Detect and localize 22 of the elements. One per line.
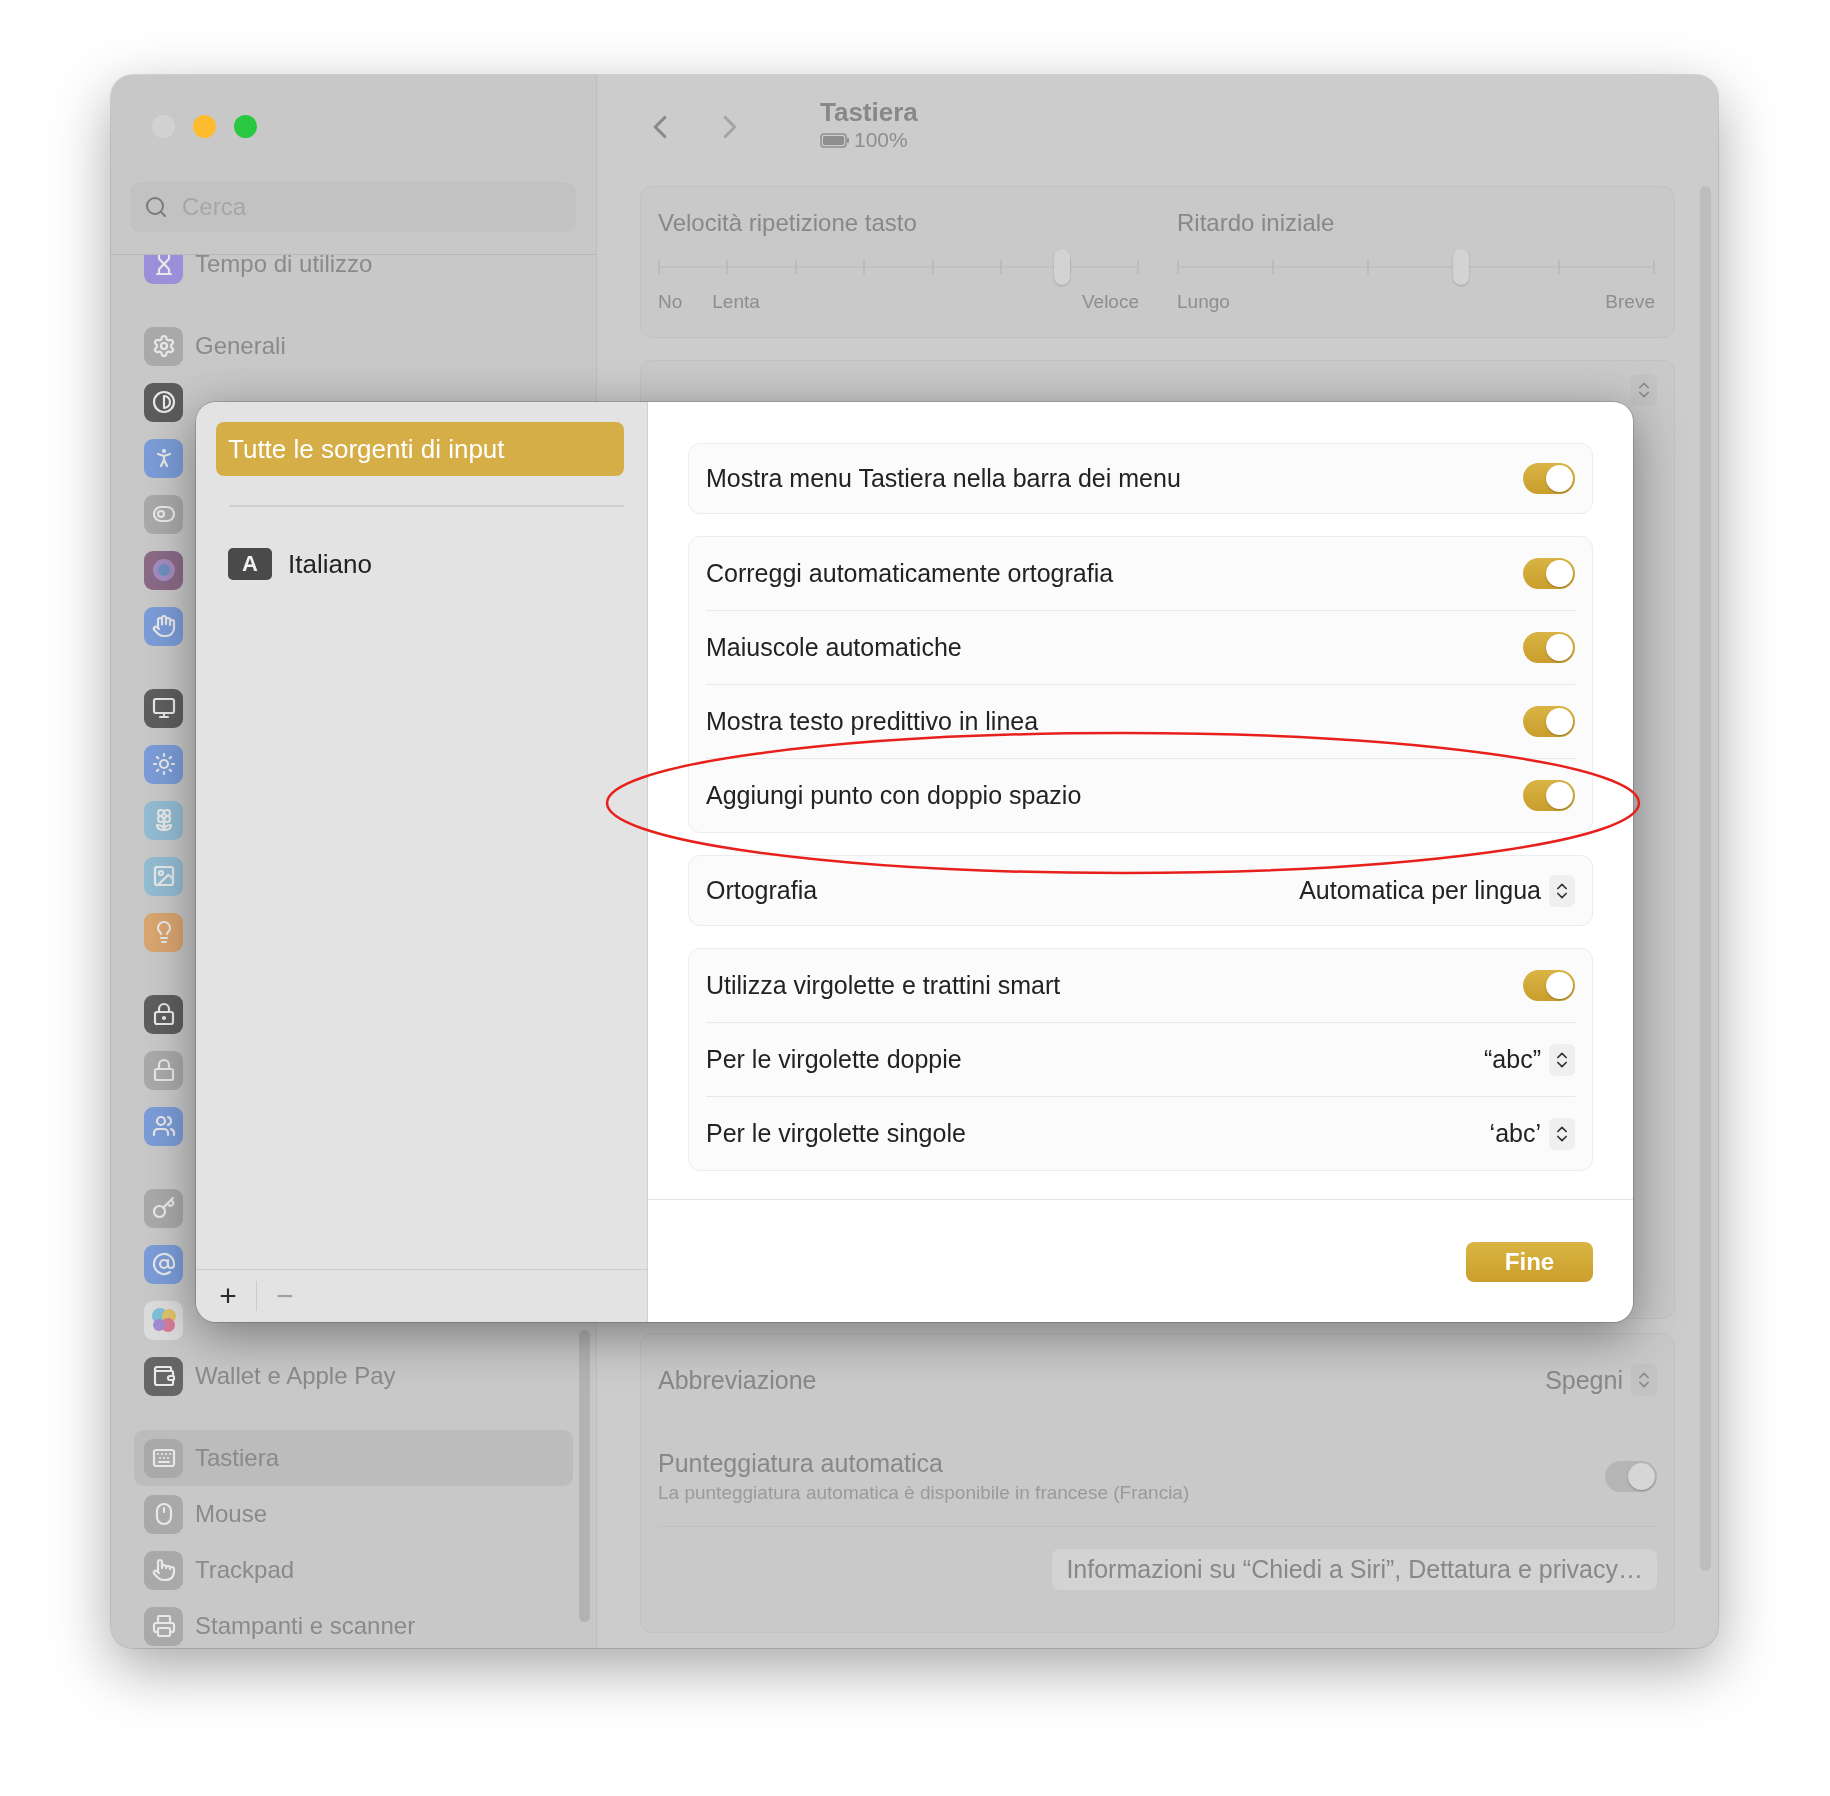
setting-label: Aggiungi punto con doppio spazio <box>706 781 1082 810</box>
setting-label: Correggi automaticamente ortografia <box>706 559 1114 588</box>
slider-tick-label: Lenta <box>712 291 760 313</box>
setting-label: Utilizza virgolette e trattini smart <box>706 971 1061 1000</box>
setting-label: Ortografia <box>706 876 818 905</box>
battery-level: 100% <box>854 128 908 152</box>
setting-label: Abbreviazione <box>658 1365 817 1395</box>
slider-title: Ritardo iniziale <box>1177 209 1336 237</box>
input-source-label: Italiano <box>288 548 372 580</box>
slider-tick-label: Lungo <box>1177 291 1230 313</box>
setting-label: Punteggiatura automatica <box>658 1448 944 1478</box>
slider-tick-label: Veloce <box>1081 291 1139 313</box>
slider-tick-label: Breve <box>1605 291 1655 313</box>
setting-label: Mostra testo predittivo in linea <box>706 707 1039 736</box>
setting-label: Per le virgolette doppie <box>706 1045 962 1074</box>
setting-label: Maiuscole automatiche <box>706 633 962 662</box>
setting-label: Mostra menu Tastiera nella barra dei menu <box>706 464 1181 493</box>
setting-label: Per le virgolette singole <box>706 1119 966 1148</box>
input-source-badge: A <box>228 548 272 580</box>
slider-title: Velocità ripetizione tasto <box>658 209 918 237</box>
window-title: Tastiera <box>820 97 918 128</box>
slider-tick-label: No <box>658 291 683 313</box>
